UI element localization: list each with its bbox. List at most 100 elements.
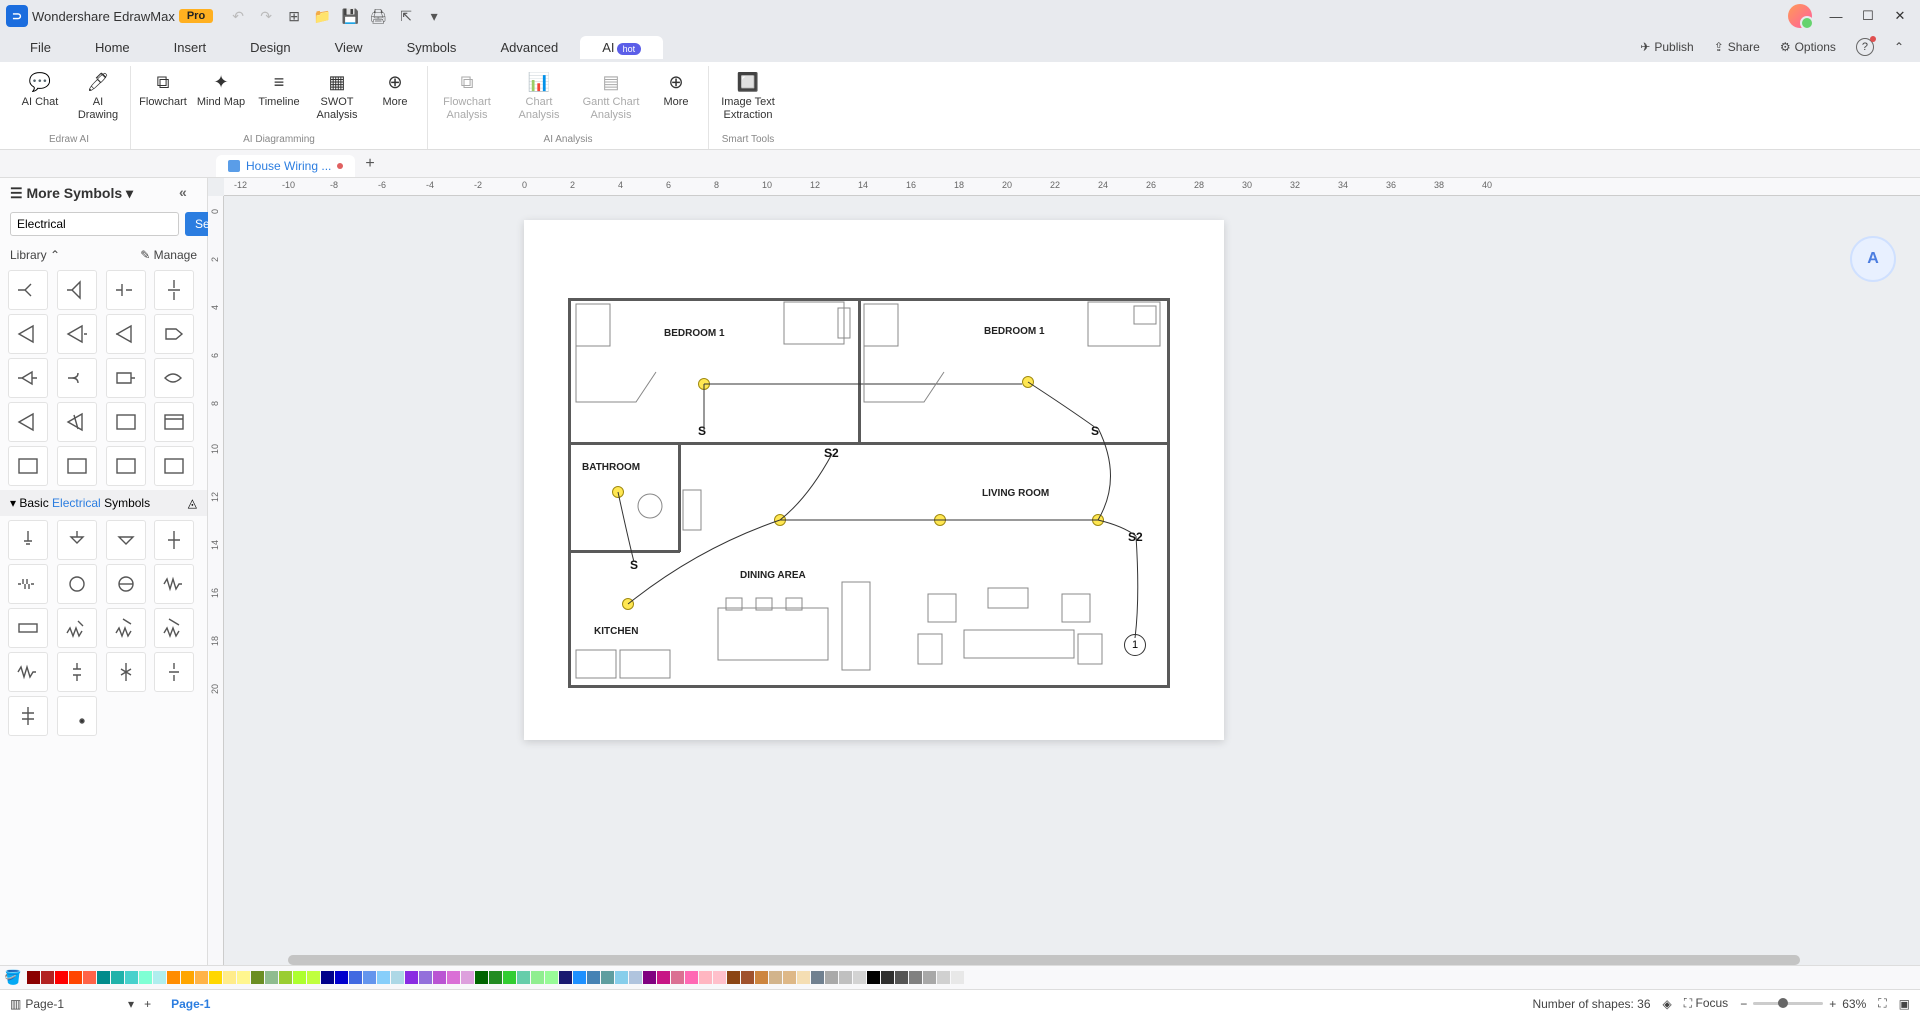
color-swatch[interactable]	[251, 971, 264, 984]
menu-advanced[interactable]: Advanced	[478, 36, 580, 59]
color-swatch[interactable]	[531, 971, 544, 984]
color-swatch[interactable]	[489, 971, 502, 984]
color-swatch[interactable]	[447, 971, 460, 984]
color-swatch[interactable]	[559, 971, 572, 984]
symbol-item[interactable]	[154, 270, 194, 310]
color-swatch[interactable]	[923, 971, 936, 984]
color-swatch[interactable]	[783, 971, 796, 984]
symbol-item[interactable]	[57, 314, 97, 354]
color-swatch[interactable]	[321, 971, 334, 984]
light-fixture[interactable]	[934, 514, 946, 526]
color-swatch[interactable]	[797, 971, 810, 984]
zoom-in-button[interactable]: +	[1829, 997, 1836, 1011]
new-icon[interactable]: ⊞	[283, 5, 305, 27]
symbol-item[interactable]	[154, 564, 194, 604]
color-swatch[interactable]	[601, 971, 614, 984]
section-action-icon[interactable]: ◬	[188, 496, 197, 510]
color-swatch[interactable]	[573, 971, 586, 984]
symbol-item[interactable]	[106, 520, 146, 560]
mindmap-button[interactable]: ✦Mind Map	[193, 68, 249, 113]
ai-assistant-button[interactable]: A	[1850, 236, 1896, 282]
color-swatch[interactable]	[867, 971, 880, 984]
more-qat-icon[interactable]: ▾	[423, 5, 445, 27]
user-avatar[interactable]	[1788, 4, 1812, 28]
more-analysis-button[interactable]: ⊕More	[648, 68, 704, 113]
color-swatch[interactable]	[419, 971, 432, 984]
export-icon[interactable]: ⇱	[395, 5, 417, 27]
color-swatch[interactable]	[811, 971, 824, 984]
layers-icon[interactable]: ◈	[1663, 997, 1672, 1011]
circuit-node[interactable]: 1	[1124, 634, 1146, 656]
color-swatch[interactable]	[643, 971, 656, 984]
color-swatch[interactable]	[503, 971, 516, 984]
color-swatch[interactable]	[881, 971, 894, 984]
color-swatch[interactable]	[363, 971, 376, 984]
light-fixture[interactable]	[1022, 376, 1034, 388]
panel-collapse-button[interactable]: «	[179, 184, 197, 202]
collapse-ribbon-button[interactable]: ⌃	[1886, 38, 1912, 56]
color-swatch[interactable]	[223, 971, 236, 984]
color-swatch[interactable]	[713, 971, 726, 984]
symbol-item[interactable]	[106, 402, 146, 442]
color-swatch[interactable]	[307, 971, 320, 984]
symbol-item[interactable]	[57, 270, 97, 310]
page-tab[interactable]: Page-1	[161, 997, 220, 1011]
symbol-item[interactable]	[57, 446, 97, 486]
symbol-item[interactable]	[57, 520, 97, 560]
light-fixture[interactable]	[774, 514, 786, 526]
color-swatch[interactable]	[741, 971, 754, 984]
color-swatch[interactable]	[111, 971, 124, 984]
focus-button[interactable]: ⛶ Focus	[1684, 996, 1728, 1011]
fullscreen-button[interactable]: ▣	[1899, 997, 1910, 1011]
symbol-item[interactable]	[57, 652, 97, 692]
image-text-extraction-button[interactable]: 🔲Image Text Extraction	[713, 68, 783, 126]
symbol-item[interactable]	[154, 402, 194, 442]
color-swatch[interactable]	[433, 971, 446, 984]
symbol-item[interactable]	[154, 652, 194, 692]
color-swatch[interactable]	[83, 971, 96, 984]
symbol-item[interactable]	[154, 358, 194, 398]
color-swatch[interactable]	[587, 971, 600, 984]
symbol-item[interactable]	[154, 446, 194, 486]
color-swatch[interactable]	[769, 971, 782, 984]
flowchart-analysis-button[interactable]: ⧉Flowchart Analysis	[432, 68, 502, 126]
color-swatch[interactable]	[97, 971, 110, 984]
ai-drawing-button[interactable]: 🖊AI Drawing	[70, 68, 126, 126]
swot-button[interactable]: ▦SWOT Analysis	[309, 68, 365, 126]
page-selector[interactable]: ▥ Page-1 ▾	[10, 997, 134, 1011]
fit-page-button[interactable]: ⛶	[1878, 996, 1886, 1011]
color-swatch[interactable]	[685, 971, 698, 984]
options-button[interactable]: ⚙Options	[1772, 38, 1844, 56]
more-diagram-button[interactable]: ⊕More	[367, 68, 423, 113]
new-tab-button[interactable]: +	[355, 151, 384, 177]
symbol-item[interactable]	[8, 446, 48, 486]
symbol-item[interactable]	[106, 608, 146, 648]
symbol-item[interactable]	[106, 314, 146, 354]
color-swatch[interactable]	[167, 971, 180, 984]
color-swatch[interactable]	[671, 971, 684, 984]
color-swatch[interactable]	[825, 971, 838, 984]
color-swatch[interactable]	[55, 971, 68, 984]
document-tab[interactable]: House Wiring ...	[216, 155, 355, 177]
close-button[interactable]: ✕	[1886, 5, 1914, 27]
flowchart-button[interactable]: ⧉Flowchart	[135, 68, 191, 113]
color-swatch[interactable]	[545, 971, 558, 984]
color-swatch[interactable]	[195, 971, 208, 984]
color-swatch[interactable]	[41, 971, 54, 984]
color-swatch[interactable]	[153, 971, 166, 984]
color-swatch[interactable]	[951, 971, 964, 984]
gantt-analysis-button[interactable]: ▤Gantt Chart Analysis	[576, 68, 646, 126]
color-swatch[interactable]	[125, 971, 138, 984]
symbol-item[interactable]	[8, 358, 48, 398]
symbol-item[interactable]	[154, 608, 194, 648]
page[interactable]: BEDROOM 1 BEDROOM 1 BATHROOM LIVING ROOM…	[524, 220, 1224, 740]
zoom-out-button[interactable]: −	[1740, 997, 1747, 1011]
symbol-search-input[interactable]	[10, 212, 179, 236]
symbol-item[interactable]	[8, 402, 48, 442]
color-swatch[interactable]	[839, 971, 852, 984]
fill-bucket-icon[interactable]: 🪣	[4, 969, 22, 986]
color-swatch[interactable]	[895, 971, 908, 984]
color-swatch[interactable]	[391, 971, 404, 984]
symbol-item[interactable]	[154, 520, 194, 560]
symbol-item[interactable]	[8, 564, 48, 604]
